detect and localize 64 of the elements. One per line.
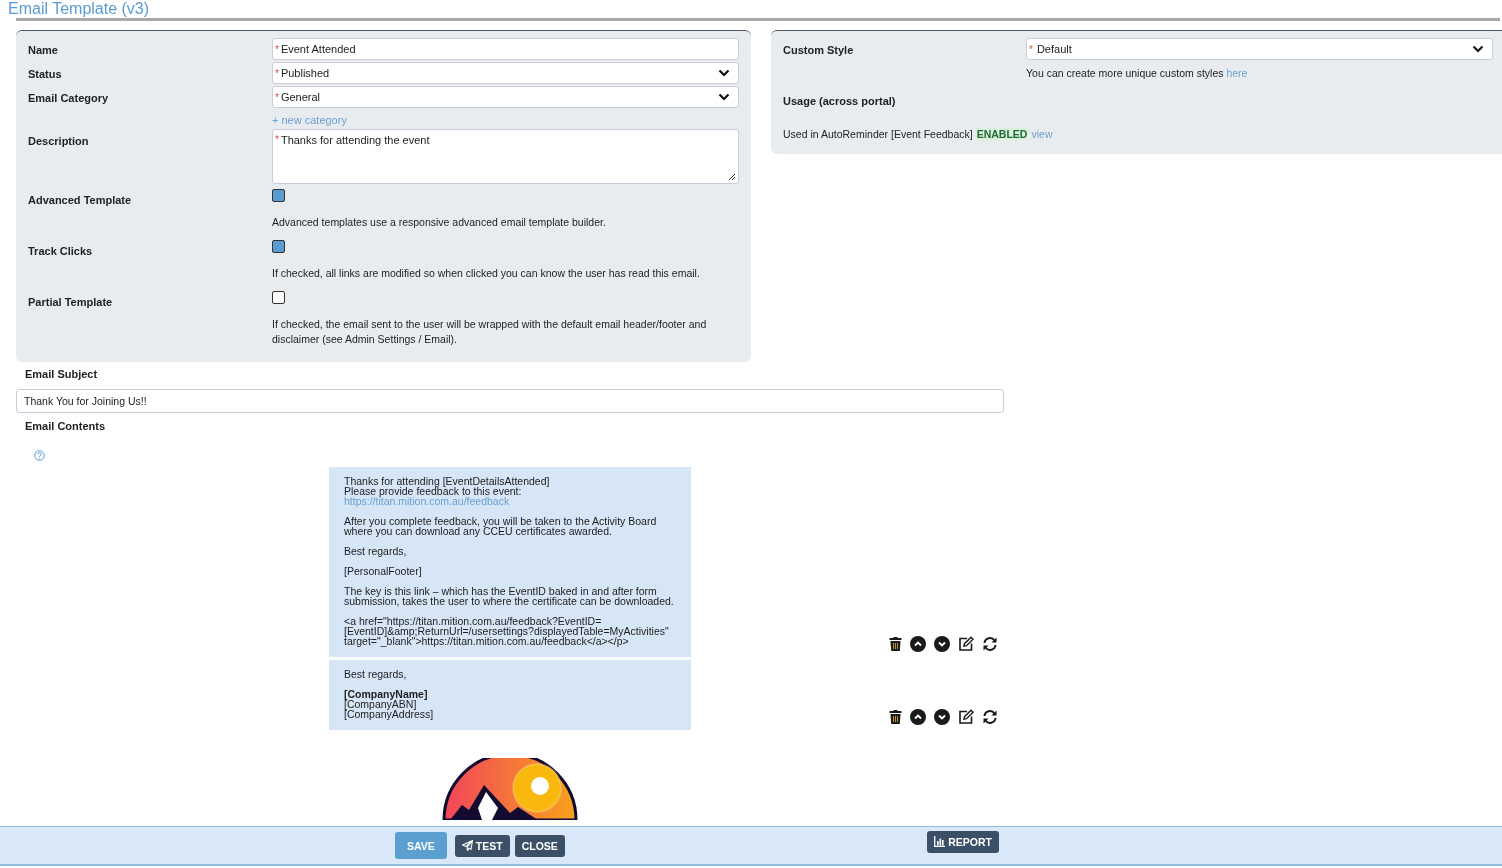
- edit-icon[interactable]: [958, 636, 974, 652]
- select-field[interactable]: * Published: [272, 62, 739, 84]
- field-label: Status: [28, 67, 63, 80]
- field-label: Email Subject: [25, 368, 99, 382]
- send-icon: [461, 840, 473, 851]
- content-block[interactable]: [329, 467, 691, 657]
- trash-icon[interactable]: [889, 637, 902, 651]
- help-text: If checked, the email sent to the user will be wrapped with the default email header/footer and disclaimer (see Admin Settings / Email).: [272, 317, 708, 347]
- test-button[interactable]: TEST: [454, 834, 510, 857]
- field-label: Email Contents: [25, 420, 107, 434]
- chevron-down-icon: [1472, 45, 1484, 53]
- status-badge: ENABLED: [975, 128, 1029, 140]
- required-mark: *: [1029, 43, 1033, 55]
- required-mark: *: [275, 67, 279, 79]
- content-text: Please provide feedback to this event:: [344, 486, 522, 496]
- field-label: Description: [28, 134, 90, 147]
- section-heading: Usage (across portal): [783, 95, 897, 107]
- checkbox[interactable]: [272, 291, 285, 304]
- page-title: Email Template (v3): [8, 0, 151, 17]
- content-text: [CompanyName]: [344, 689, 429, 699]
- trash-icon[interactable]: [889, 710, 902, 724]
- content-text: The key is this link – which has the EventID baked in and after form submission, takes the user to where the certificate can be downloaded.: [344, 586, 675, 606]
- chevron-down-circle-icon[interactable]: [934, 636, 950, 652]
- content-text: [PersonalFooter]: [344, 566, 423, 576]
- content-text: Best regards,: [344, 546, 408, 556]
- required-mark: *: [275, 91, 279, 103]
- content-text: [CompanyAddress]: [344, 709, 435, 719]
- chevron-down-icon: [718, 93, 730, 101]
- input-field[interactable]: * Event Attended: [272, 38, 739, 60]
- checkbox[interactable]: [272, 189, 285, 202]
- chevron-up-circle-icon[interactable]: [910, 636, 926, 652]
- required-mark: *: [275, 43, 279, 55]
- refresh-icon[interactable]: [982, 636, 998, 652]
- required-mark: *: [275, 134, 279, 145]
- textarea-field[interactable]: * Thanks for attending the event: [272, 129, 739, 184]
- chevron-up-circle-icon[interactable]: [910, 709, 926, 725]
- field-label: Custom Style: [783, 43, 855, 56]
- help-text: If checked, all links are modified so when clicked you can know the user has read this email.: [272, 266, 701, 281]
- select-field[interactable]: * General: [272, 86, 739, 108]
- refresh-icon[interactable]: [982, 709, 998, 725]
- content-text: [CompanyABN]: [344, 699, 417, 709]
- field-label: Track Clicks: [28, 244, 94, 257]
- usage-text: Used in AutoReminder [Event Feedback]: [783, 128, 973, 140]
- content-text: <a href="https://titan.mition.com.au/feedback?EventID=[EventID]&amp;ReturnUrl=/usersettings?displayedTable=MyActivities" target="_blank">https://titan.mition.com.au/feedback</a></p>: [344, 616, 670, 646]
- field-label: Advanced Template: [28, 193, 133, 206]
- chevron-down-circle-icon[interactable]: [934, 709, 950, 725]
- select-field[interactable]: * Default: [1026, 38, 1493, 60]
- content-text: Best regards,: [344, 669, 408, 679]
- field-label: Name: [28, 43, 59, 56]
- content-block[interactable]: Best regards, [CompanyName] [CompanyABN] [CompanyAddress]: [329, 660, 691, 730]
- close-button[interactable]: CLOSE: [514, 834, 565, 857]
- checkbox[interactable]: [272, 240, 285, 253]
- help-text: You can create more unique custom styles here: [1026, 67, 1249, 79]
- content-text: Thanks for attending [EventDetailsAttended]: [344, 476, 551, 486]
- resize-handle-icon[interactable]: [728, 173, 736, 181]
- chevron-down-icon: [718, 69, 730, 77]
- field-label: Partial Template: [28, 295, 114, 308]
- content-text: After you complete feedback, you will be taken to the Activity Board where you can download any CCEU certificates awarded.: [344, 516, 658, 536]
- help-text: Advanced templates use a responsive advanced email template builder.: [272, 215, 607, 230]
- bar-chart-icon: [934, 836, 946, 847]
- field-label: Email Category: [28, 91, 110, 104]
- subject-field[interactable]: Thank You for Joining Us!!: [16, 389, 1004, 413]
- edit-icon[interactable]: [958, 709, 974, 725]
- report-button[interactable]: REPORT: [927, 830, 999, 853]
